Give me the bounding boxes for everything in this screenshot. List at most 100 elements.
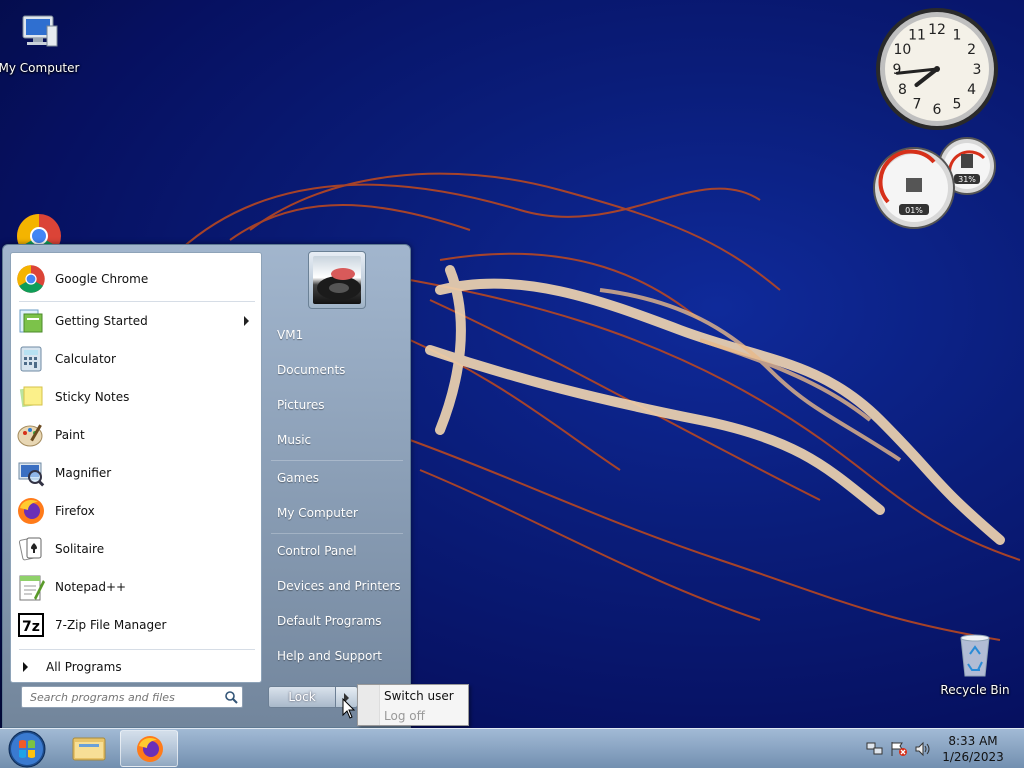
program-label: Paint [55,428,85,442]
power-options-menu: Switch user Log off [357,684,469,726]
taskbar: 8:33 AM 1/26/2023 [0,728,1024,768]
clock-date: 1/26/2023 [942,750,1004,764]
programs-pane: Google Chrome Getting Started Calculator… [10,252,262,683]
clock-numeral: 7 [913,97,922,113]
program-label: Magnifier [55,466,112,480]
program-solitaire[interactable]: Solitaire [13,531,259,567]
lock-label: Lock [288,690,316,704]
clock-numeral: 9 [893,62,902,78]
network-icon[interactable] [866,741,884,760]
clock-time: 8:33 AM [948,734,998,748]
right-item-label: Default Programs [277,614,382,628]
right-item-documents[interactable]: Documents [271,354,403,386]
expand-arrow-icon [23,662,28,672]
desktop-icon-label: Recycle Bin [940,683,1010,697]
computer-icon [0,8,84,59]
right-item-label: Devices and Printers [277,579,401,593]
menu-gutter [358,685,380,725]
clock-numeral: 8 [898,82,907,98]
clock-numeral: 2 [967,42,976,58]
start-button[interactable] [6,729,48,768]
desktop-icon-my-computer[interactable]: My Computer [0,8,84,75]
all-programs-button[interactable]: All Programs [13,652,259,682]
program-label: Calculator [55,352,116,366]
right-item-control-panel[interactable]: Control Panel [271,535,403,567]
right-item-my-computer[interactable]: My Computer [271,497,403,529]
program-label: Solitaire [55,542,105,556]
right-item-label: Pictures [277,398,325,412]
action-center-flag-icon[interactable] [890,741,908,760]
submenu-arrow-icon[interactable] [244,316,249,326]
right-item-label: Games [277,471,319,485]
program-getting-started[interactable]: Getting Started [13,303,259,339]
clock-numeral: 6 [933,102,942,118]
menu-item-log-off[interactable]: Log off [384,709,425,723]
cpu-meter-gadget[interactable]: 31% 01% [872,136,1002,232]
program-label: Firefox [55,504,95,518]
menu-item-switch-user[interactable]: Switch user [384,689,454,703]
program-7zip[interactable]: 7z 7-Zip File Manager [13,607,259,643]
user-avatar-image [313,256,361,304]
right-item-label: Control Panel [277,544,357,558]
chrome-icon [15,263,47,295]
firefox-icon [121,736,179,768]
search-icon[interactable] [224,690,238,707]
memory-meter-value: 31% [958,175,976,184]
taskbar-firefox-button[interactable] [120,730,178,767]
notepadpp-icon [15,571,47,603]
taskbar-explorer-button[interactable] [60,730,118,767]
program-label: 7-Zip File Manager [55,618,167,632]
solitaire-icon [15,533,47,565]
right-item-music[interactable]: Music [271,424,403,456]
program-firefox[interactable]: Firefox [13,493,259,529]
clock-numeral: 4 [967,82,976,98]
getting-started-icon [15,305,47,337]
program-label: Google Chrome [55,272,149,286]
program-label: Getting Started [55,314,148,328]
mouse-cursor-icon [342,698,356,719]
sticky-notes-icon [15,381,47,413]
program-sticky-notes[interactable]: Sticky Notes [13,379,259,415]
desktop-icon-recycle-bin[interactable]: Recycle Bin [930,632,1020,697]
right-item-label: VM1 [277,328,304,342]
all-programs-label: All Programs [46,660,122,674]
svg-text:7z: 7z [22,619,40,635]
folder-icon [60,737,118,768]
program-magnifier[interactable]: Magnifier [13,455,259,491]
right-item-label: Help and Support [277,649,382,663]
right-item-label: My Computer [277,506,358,520]
right-item-games[interactable]: Games [271,462,403,494]
program-notepadpp[interactable]: Notepad++ [13,569,259,605]
search-input[interactable] [22,687,212,707]
program-google-chrome[interactable]: Google Chrome [13,261,259,297]
system-clock[interactable]: 8:33 AM 1/26/2023 [930,733,1016,765]
right-item-default-programs[interactable]: Default Programs [271,605,403,637]
desktop-icon-chrome[interactable] [0,212,84,246]
program-label: Notepad++ [55,580,127,594]
right-item-pictures[interactable]: Pictures [271,389,403,421]
right-item-devices-printers[interactable]: Devices and Printers [271,570,403,602]
right-item-label: Documents [277,363,346,377]
clock-numeral: 11 [908,27,926,43]
user-picture[interactable] [308,251,366,309]
chrome-icon [0,212,84,246]
divider [271,533,403,534]
magnifier-icon [15,457,47,489]
start-menu: Google Chrome Getting Started Calculator… [2,244,411,728]
clock-numeral: 3 [973,62,982,78]
right-item-label: Music [277,433,312,447]
clock-gadget[interactable]: 12 1 2 3 4 5 6 7 8 9 10 11 [874,6,1000,132]
calculator-icon [15,343,47,375]
right-item-help-support[interactable]: Help and Support [271,640,403,672]
right-item-user[interactable]: VM1 [271,319,403,351]
cpu-meter-value: 01% [905,206,923,215]
program-paint[interactable]: Paint [13,417,259,453]
divider [19,649,255,650]
lock-button[interactable]: Lock [268,686,336,708]
recycle-bin-icon [930,632,1020,681]
clock-numeral: 1 [953,27,962,43]
clock-numeral: 12 [928,22,946,38]
program-calculator[interactable]: Calculator [13,341,259,377]
paint-icon [15,419,47,451]
desktop-icon-label: My Computer [0,61,80,75]
